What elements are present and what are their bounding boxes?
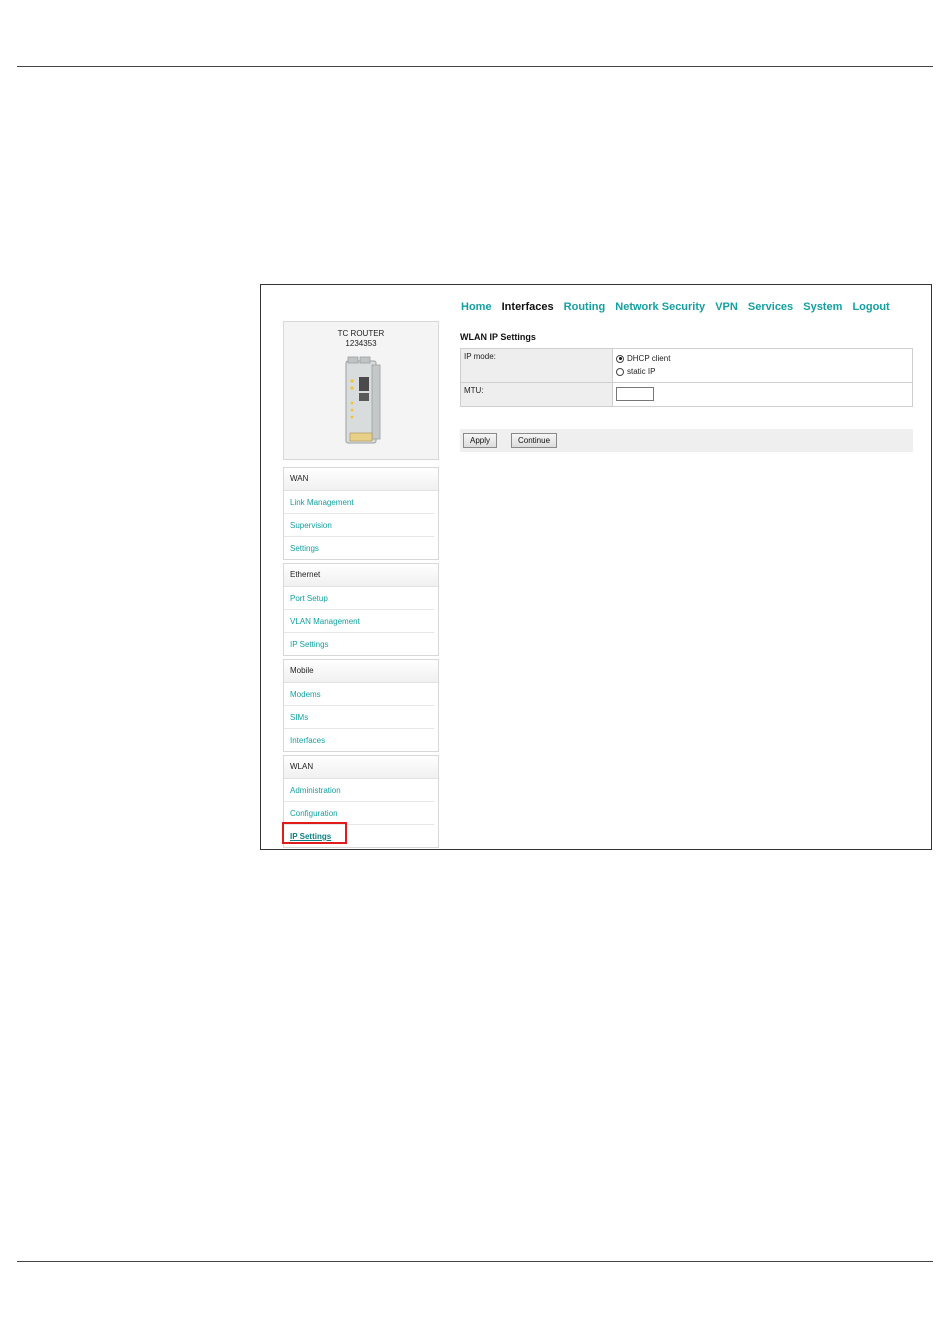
nav-services[interactable]: Services [748,301,793,313]
radio-label: DHCP client [627,354,671,363]
ip-mode-options: DHCP client static IP [612,348,913,383]
sidebar-item-supervision[interactable]: Supervision [284,514,434,537]
page-title: WLAN IP Settings [460,332,536,342]
ip-mode-row: IP mode: DHCP client static IP [460,348,913,383]
page-bottom-rule [17,1261,933,1262]
sidebar-item-port-setup[interactable]: Port Setup [284,587,434,610]
device-panel: TC ROUTER 1234353 [283,321,439,460]
nav-vpn[interactable]: VPN [715,301,738,313]
sidebar-item-modems[interactable]: Modems [284,683,434,706]
nav-logout[interactable]: Logout [852,301,889,313]
radio-label: static IP [627,367,656,376]
sidebar-group-ethernet: Ethernet Port Setup VLAN Management IP S… [283,563,439,656]
sidebar-group-title: Mobile [284,660,438,683]
device-number: 1234353 [345,339,377,348]
sidebar-item-vlan-management[interactable]: VLAN Management [284,610,434,633]
sidebar-item-interfaces[interactable]: Interfaces [284,729,434,751]
settings-form: IP mode: DHCP client static IP MTU: [460,348,913,407]
sidebar-group-title: Ethernet [284,564,438,587]
radio-dhcp-client[interactable]: DHCP client [616,352,909,365]
radio-selected-icon[interactable] [616,354,624,363]
sidebar-group-wan: WAN Link Management Supervision Settings [283,467,439,560]
router-device-image [345,356,381,444]
radio-static-ip[interactable]: static IP [616,365,909,378]
sidebar-item-sims[interactable]: SIMs [284,706,434,729]
nav-routing[interactable]: Routing [564,301,606,313]
screenshot-frame: Home Interfaces Routing Network Security… [260,284,932,850]
button-bar: Apply Continue [460,429,913,452]
nav-network-security[interactable]: Network Security [615,301,705,313]
sidebar-item-wan-settings[interactable]: Settings [284,537,434,559]
sidebar-group-title: WLAN [284,756,438,779]
ip-mode-label: IP mode: [460,348,613,383]
device-name: TC ROUTER [337,329,385,338]
mtu-input[interactable] [616,387,654,401]
nav-system[interactable]: System [803,301,842,313]
sidebar-item-link-management[interactable]: Link Management [284,491,434,514]
continue-button[interactable]: Continue [511,433,558,448]
highlight-box [282,822,347,844]
sidebar-item-ethernet-ip-settings[interactable]: IP Settings [284,633,434,655]
apply-button[interactable]: Apply [463,433,498,448]
page-top-rule [17,66,933,67]
sidebar-group-mobile: Mobile Modems SIMs Interfaces [283,659,439,752]
nav-home[interactable]: Home [461,301,492,313]
nav-interfaces[interactable]: Interfaces [502,301,554,313]
mtu-label: MTU: [460,382,613,407]
top-navigation: Home Interfaces Routing Network Security… [461,301,897,313]
mtu-cell [612,382,913,407]
sidebar-item-administration[interactable]: Administration [284,779,434,802]
radio-unselected-icon[interactable] [616,367,624,376]
mtu-row: MTU: [460,382,913,407]
sidebar-group-title: WAN [284,468,438,491]
